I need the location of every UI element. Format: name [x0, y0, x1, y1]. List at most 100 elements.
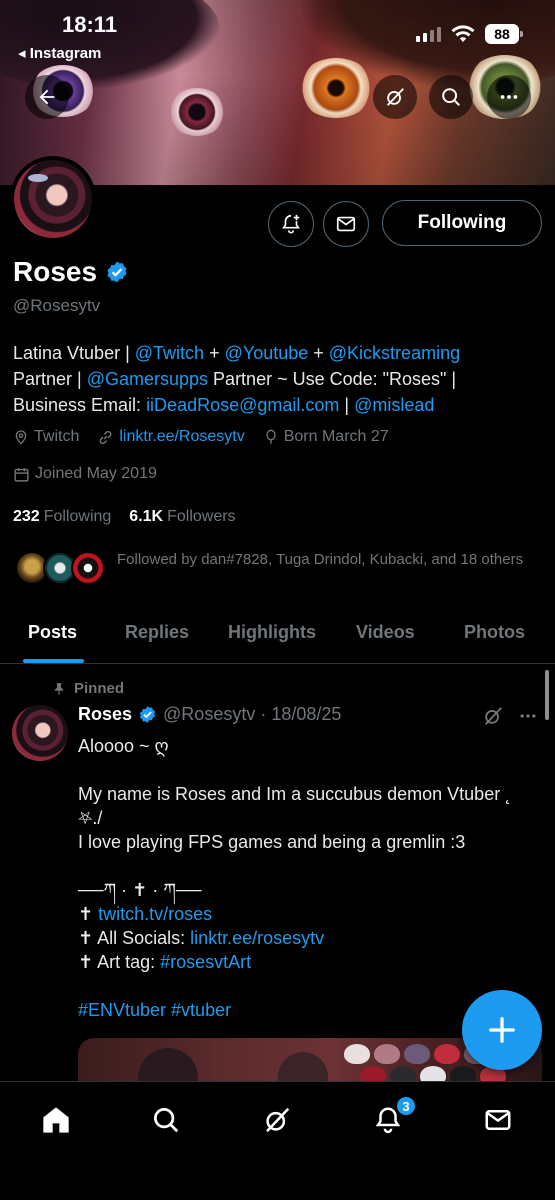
follow-counts: 232 Following 6.1K Followers: [13, 508, 236, 526]
profile-location: Twitch: [13, 428, 79, 446]
profile-name: Roses: [13, 256, 98, 287]
follower-avatar[interactable]: [71, 551, 105, 585]
tab-replies[interactable]: Replies: [125, 622, 189, 643]
post-line: ✝ Art tag:: [78, 952, 161, 972]
post-header: Roses @Rosesytv · 18/08/25: [78, 704, 341, 725]
profile-bio: Latina Vtuber | @Twitch + @Youtube + @Ki…: [13, 340, 543, 418]
calendar-icon: [14, 467, 29, 482]
notifications-subscribe-button[interactable]: [268, 201, 314, 247]
status-time: 18:11: [62, 12, 118, 37]
post-author-avatar[interactable]: [12, 705, 68, 761]
followers-label: Followers: [167, 508, 236, 525]
post-line: [78, 854, 538, 878]
bio-mention-mislead[interactable]: @mislead: [354, 395, 434, 415]
followed-by-text[interactable]: Followed by dan#7828, Tuga Drindol, Kuba…: [117, 548, 537, 572]
profile-tabs: Posts Replies Highlights Videos Photos: [0, 612, 555, 664]
battery-indicator: 88: [485, 24, 523, 44]
followers-count: 6.1K: [129, 508, 164, 525]
bio-text: Partner |: [13, 369, 87, 389]
compose-post-button[interactable]: [462, 990, 542, 1070]
status-bar: 18:11 ◂ Instagram 88: [0, 0, 555, 62]
verified-icon[interactable]: [105, 260, 129, 284]
wifi-icon: [451, 25, 475, 42]
mail-icon: [485, 1110, 511, 1130]
cellular-signal-icon: [416, 26, 441, 42]
location-icon: [15, 430, 27, 445]
followers-count-link[interactable]: 6.1K Followers: [129, 508, 235, 526]
following-button[interactable]: Following: [382, 200, 542, 246]
nav-home[interactable]: [36, 1100, 76, 1140]
back-arrow-icon: [39, 89, 55, 105]
post-link-twitch[interactable]: twitch.tv/roses: [98, 904, 212, 924]
pinned-text: Pinned: [74, 680, 125, 697]
tab-videos[interactable]: Videos: [356, 622, 415, 643]
joined-text: Joined May 2019: [35, 465, 157, 482]
notification-add-icon: [282, 214, 300, 234]
post-line: ──ཀ · ✝ · ཀ──: [78, 880, 202, 900]
location-text: Twitch: [34, 428, 80, 445]
verified-icon: [140, 706, 156, 723]
bio-text: Latina Vtuber |: [13, 343, 135, 363]
tab-posts[interactable]: Posts: [28, 622, 77, 643]
grok-icon[interactable]: [482, 705, 504, 727]
plus-icon: [489, 1017, 515, 1043]
bottom-navigation: 3: [0, 1081, 555, 1200]
bio-mention-kickstreaming[interactable]: @Kickstreaming: [329, 343, 460, 363]
post-line: Aloooo ~ ღ: [78, 736, 169, 756]
profile-website[interactable]: linktr.ee/Rosesytv: [97, 428, 245, 446]
pinned-label: Pinned: [52, 680, 124, 697]
search-icon: [154, 1108, 179, 1133]
profile-birthday: Born March 27: [263, 428, 389, 446]
post-author-name[interactable]: Roses: [78, 704, 132, 725]
nav-grok[interactable]: [257, 1100, 297, 1140]
bio-text: Business Email:: [13, 395, 147, 415]
nav-messages[interactable]: [478, 1100, 518, 1140]
search-icon: [442, 88, 460, 106]
bio-email-link[interactable]: iiDeadRose@gmail.com: [146, 395, 339, 415]
message-button[interactable]: [323, 201, 369, 247]
post-text: Aloooo ~ ღ My name is Roses and Im a suc…: [78, 734, 538, 1022]
back-button[interactable]: [25, 75, 69, 119]
bio-text: +: [204, 343, 225, 363]
profile-joined: Joined May 2019: [13, 465, 175, 483]
search-button[interactable]: [429, 75, 473, 119]
post-line: ⛧./: [78, 808, 103, 828]
more-icon: [500, 95, 518, 99]
following-count: 232: [13, 508, 40, 525]
back-to-app-link[interactable]: ◂ Instagram: [18, 44, 101, 62]
post-line: ✝ All Socials:: [78, 928, 191, 948]
bio-text: +: [308, 343, 329, 363]
post-handle-date: @Rosesytv · 18/08/25: [163, 704, 342, 724]
grok-button[interactable]: [373, 75, 417, 119]
post-line: I love playing FPS games and being a gre…: [78, 832, 466, 852]
more-options-button[interactable]: [487, 75, 531, 119]
bio-mention-gamersupps[interactable]: @Gamersupps: [87, 369, 208, 389]
tab-highlights[interactable]: Highlights: [228, 622, 316, 643]
notifications-badge: 3: [395, 1095, 417, 1117]
active-tab-indicator: [23, 659, 84, 663]
post-line: My name is Roses and Im a succubus demon…: [78, 784, 512, 804]
post-line: ✝: [78, 904, 99, 924]
profile-meta: Twitch linktr.ee/Rosesytv Born March 27: [13, 428, 407, 446]
link-icon: [100, 430, 112, 444]
following-label: Following: [43, 508, 112, 525]
more-icon[interactable]: [517, 706, 539, 726]
birthday-text: Born March 27: [283, 428, 389, 445]
bio-mention-youtube[interactable]: @Youtube: [225, 343, 309, 363]
scrollbar[interactable]: [545, 670, 549, 720]
profile-avatar[interactable]: [10, 156, 96, 242]
bio-mention-twitch[interactable]: @Twitch: [135, 343, 204, 363]
post-line: [78, 758, 538, 782]
grok-icon: [387, 88, 404, 106]
pin-icon: [54, 682, 64, 695]
post-link-linktree[interactable]: linktr.ee/rosesytv: [190, 928, 324, 948]
bio-text: Partner ~ Use Code: "Roses" |: [208, 369, 457, 389]
bio-text: |: [339, 395, 355, 415]
mail-icon: [336, 216, 356, 232]
tab-photos[interactable]: Photos: [464, 622, 525, 643]
nav-search[interactable]: [146, 1100, 186, 1140]
following-count-link[interactable]: 232 Following: [13, 508, 111, 526]
website-link[interactable]: linktr.ee/Rosesytv: [119, 428, 244, 446]
post-hashtag-art[interactable]: #rosesvtArt: [160, 952, 251, 972]
grok-icon: [266, 1107, 290, 1133]
